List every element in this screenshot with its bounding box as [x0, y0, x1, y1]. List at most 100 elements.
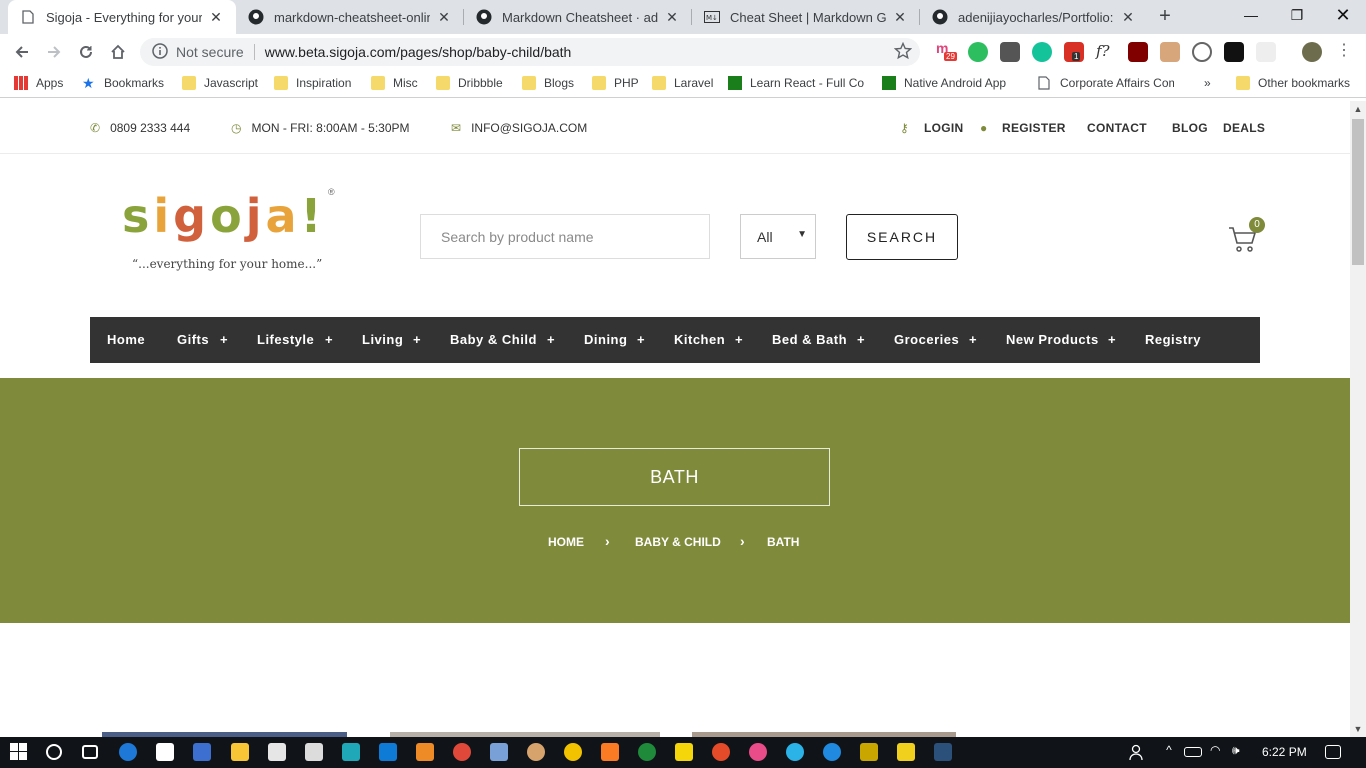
app-icon[interactable] [342, 743, 360, 761]
vscode-icon[interactable] [379, 743, 397, 761]
plus-icon[interactable]: + [325, 332, 333, 347]
plus-icon[interactable]: + [857, 332, 865, 347]
bookmark-laravel[interactable]: Laravel [652, 76, 713, 90]
plus-icon[interactable]: + [969, 332, 977, 347]
wifi-icon[interactable]: ◠ [1210, 743, 1228, 761]
tab-markdown-cheatsheet-online[interactable]: markdown-cheatsheet-online ✕ [236, 0, 464, 34]
login-link[interactable]: LOGIN [924, 121, 964, 135]
app-icon[interactable] [786, 743, 804, 761]
nav-registry[interactable]: Registry [1145, 332, 1201, 347]
bookmark-php[interactable]: PHP [592, 76, 639, 90]
volume-icon[interactable]: 🕪 [1232, 743, 1250, 761]
nav-home[interactable]: Home [107, 332, 145, 347]
close-window-icon[interactable]: ✕ [1320, 0, 1366, 30]
bookmark-blogs[interactable]: Blogs [522, 76, 574, 90]
store-icon[interactable] [156, 743, 174, 761]
page-scrollbar[interactable]: ▲ ▼ [1350, 101, 1366, 737]
plus-icon[interactable]: + [220, 332, 228, 347]
people-icon[interactable] [1129, 743, 1147, 761]
system-clock[interactable]: 6:22 PM [1262, 745, 1307, 759]
scroll-up-icon[interactable]: ▲ [1350, 101, 1366, 117]
category-select[interactable]: All ▼ [740, 214, 816, 259]
app-icon[interactable] [823, 743, 841, 761]
home-icon[interactable] [106, 40, 130, 64]
bookmark-bookmarks[interactable]: ★ Bookmarks [82, 76, 164, 90]
app-icon[interactable] [712, 743, 730, 761]
search-icon[interactable] [46, 744, 62, 760]
notepad-icon[interactable] [490, 743, 508, 761]
url-text[interactable]: www.beta.sigoja.com/pages/shop/baby-chil… [265, 44, 572, 60]
nav-bed-bath[interactable]: Bed & Bath [772, 332, 847, 347]
address-bar[interactable]: Not secure www.beta.sigoja.com/pages/sho… [140, 38, 920, 66]
sublime-icon[interactable] [416, 743, 434, 761]
sticky-notes-icon[interactable] [675, 743, 693, 761]
extension-box-icon[interactable] [1160, 42, 1180, 62]
close-icon[interactable]: ✕ [892, 9, 908, 25]
nav-lifestyle[interactable]: Lifestyle [257, 332, 314, 347]
menu-icon[interactable]: ⋮ [1334, 42, 1354, 62]
paint-icon[interactable] [527, 743, 545, 761]
itunes-icon[interactable] [749, 743, 767, 761]
app-icon[interactable] [934, 743, 952, 761]
notification-center-icon[interactable] [1325, 745, 1341, 759]
plus-icon[interactable]: + [1108, 332, 1116, 347]
tab-portfolio[interactable]: adenijiayocharles/Portfolio: List ✕ [920, 0, 1148, 34]
xampp-icon[interactable] [601, 743, 619, 761]
nav-gifts[interactable]: Gifts [177, 332, 209, 347]
product-search-input[interactable] [420, 214, 710, 259]
bookmark-native-android[interactable]: Native Android App [882, 76, 1018, 90]
nav-living[interactable]: Living [362, 332, 403, 347]
nav-groceries[interactable]: Groceries [894, 332, 959, 347]
tray-chevron-icon[interactable]: ^ [1160, 743, 1178, 761]
pocket-icon[interactable] [1000, 42, 1020, 62]
plus-icon[interactable]: + [547, 332, 555, 347]
extension-blank-icon[interactable] [1256, 42, 1276, 62]
plus-icon[interactable]: + [413, 332, 421, 347]
nav-baby-child[interactable]: Baby & Child [450, 332, 537, 347]
battery-icon[interactable] [1184, 747, 1202, 757]
plus-icon[interactable]: + [637, 332, 645, 347]
tab-sigoja[interactable]: Sigoja - Everything for your home ✕ [8, 0, 236, 34]
reload-icon[interactable] [74, 40, 98, 64]
info-icon[interactable] [152, 42, 168, 62]
fireworks-icon[interactable] [860, 743, 878, 761]
breadcrumb-home[interactable]: HOME [548, 535, 584, 549]
bookmark-javascript[interactable]: Javascript [182, 76, 258, 90]
search-button[interactable]: SEARCH [846, 214, 958, 260]
bookmark-other[interactable]: Other bookmarks [1236, 76, 1350, 90]
register-link[interactable]: REGISTER [1002, 121, 1066, 135]
bookmark-misc[interactable]: Misc [371, 76, 418, 90]
cart-button[interactable]: 0 [1228, 217, 1265, 253]
mail-icon[interactable] [268, 743, 286, 761]
restore-icon[interactable]: ❐ [1274, 0, 1320, 30]
grammarly-icon[interactable] [1032, 42, 1052, 62]
media-player-icon[interactable] [897, 743, 915, 761]
fontface-icon[interactable]: f? [1096, 42, 1116, 62]
back-icon[interactable] [10, 40, 34, 64]
contact-link[interactable]: CONTACT [1087, 121, 1147, 135]
new-tab-icon[interactable]: + [1153, 5, 1177, 29]
task-view-icon[interactable] [82, 745, 98, 759]
bookmark-apps[interactable]: Apps [14, 76, 63, 90]
bookmarks-overflow[interactable]: » [1204, 76, 1211, 90]
deals-link[interactable]: DEALS [1223, 121, 1265, 135]
bookmark-corporate-affairs[interactable]: Corporate Affairs Commission [1038, 76, 1174, 90]
upwork-icon[interactable] [638, 743, 656, 761]
app-icon[interactable] [193, 743, 211, 761]
bookmark-inspiration[interactable]: Inspiration [274, 76, 351, 90]
close-icon[interactable]: ✕ [208, 9, 224, 25]
tab-markdown-cheatsheet-adam[interactable]: Markdown Cheatsheet · adam-p ✕ [464, 0, 692, 34]
extension-notification-icon[interactable]: m 29 [936, 40, 957, 62]
extension-flag-icon[interactable] [1224, 42, 1244, 62]
windows-start-icon[interactable] [10, 743, 28, 761]
scroll-down-icon[interactable]: ▼ [1350, 721, 1366, 737]
forward-icon[interactable] [42, 40, 66, 64]
calculator-icon[interactable] [305, 743, 323, 761]
close-icon[interactable]: ✕ [664, 9, 680, 25]
blog-link[interactable]: BLOG [1172, 121, 1208, 135]
chrome-icon[interactable] [453, 743, 471, 761]
extension-code-icon[interactable] [1192, 42, 1212, 62]
ublock-icon[interactable] [1128, 42, 1148, 62]
edge-icon[interactable] [119, 743, 137, 761]
breadcrumb-baby-child[interactable]: BABY & CHILD [635, 535, 721, 549]
